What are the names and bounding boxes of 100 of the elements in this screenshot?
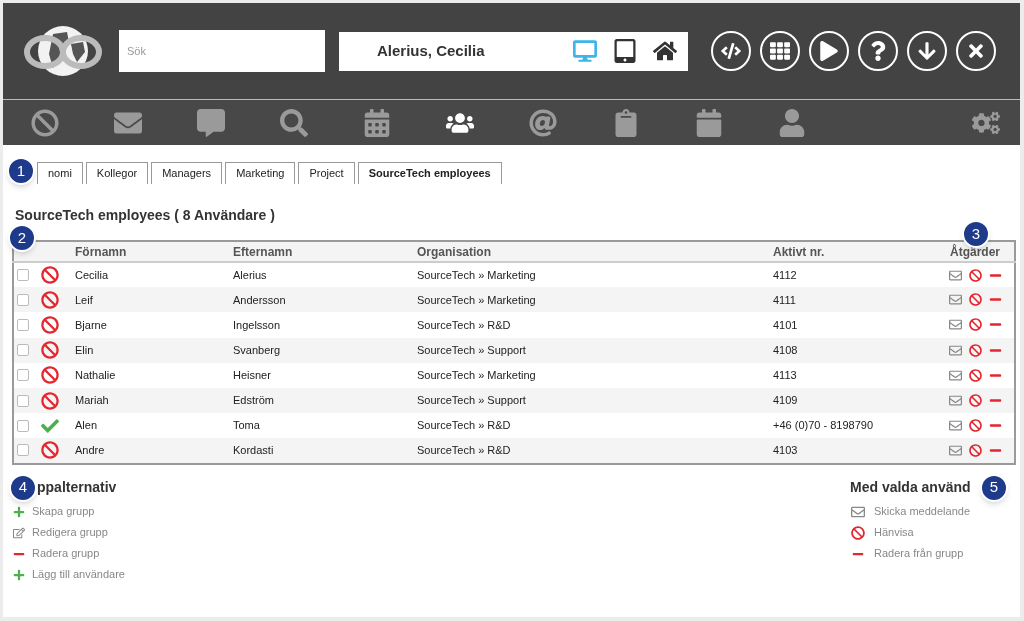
table-cell: Toma xyxy=(233,413,417,439)
row-checkbox[interactable] xyxy=(17,444,29,457)
ban-icon[interactable] xyxy=(969,343,982,357)
table-cell: Elin xyxy=(75,337,233,363)
callout-badge: 1 xyxy=(7,157,35,185)
ban-icon[interactable] xyxy=(969,318,982,332)
table-cell: Edström xyxy=(233,387,417,414)
table-cell: SourceTech » Support xyxy=(417,337,773,363)
ban-icon[interactable] xyxy=(969,443,982,457)
group-tab[interactable]: Project xyxy=(298,162,355,184)
table-cell: 4112 xyxy=(773,262,919,288)
table-cell: Leif xyxy=(75,287,233,313)
search-field[interactable]: Sök xyxy=(119,30,325,72)
user-name: Alerius, Cecilia xyxy=(377,40,486,61)
selected-option-link[interactable]: Radera från grupp xyxy=(874,545,964,562)
table-cell: +46 (0)70 - 8198790 xyxy=(773,413,919,439)
row-checkbox[interactable] xyxy=(17,318,29,331)
table-cell: SourceTech » Support xyxy=(417,387,773,414)
mail-icon xyxy=(851,504,865,519)
table-cell: SourceTech » R&D xyxy=(417,312,773,338)
column-header: Aktivt nr. xyxy=(773,241,919,262)
callout-badge: 3 xyxy=(962,220,990,248)
edit-icon xyxy=(13,526,25,539)
ban-icon[interactable] xyxy=(969,419,982,433)
close-button[interactable] xyxy=(956,31,996,71)
mail-icon[interactable] xyxy=(949,443,962,457)
table-cell: Heisner xyxy=(233,362,417,388)
mail-icon[interactable] xyxy=(949,318,962,332)
mail-icon[interactable] xyxy=(949,343,962,357)
desktop-icon[interactable] xyxy=(573,39,597,63)
column-header: Förnamn xyxy=(75,241,233,262)
plus-icon xyxy=(13,505,25,518)
ban-icon xyxy=(851,525,865,540)
selected-option-link[interactable]: Hänvisa xyxy=(874,524,914,541)
apps-icon xyxy=(770,41,790,61)
group-option-link[interactable]: Skapa grupp xyxy=(32,503,95,520)
table-cell: SourceTech » Marketing xyxy=(417,287,773,313)
table-cell: Kordasti xyxy=(233,438,417,464)
help-button[interactable] xyxy=(858,31,898,71)
group-tab[interactable]: Managers xyxy=(151,162,223,184)
table-cell: 4113 xyxy=(773,362,919,388)
code-button[interactable] xyxy=(711,31,751,71)
ban-icon xyxy=(41,290,59,309)
table-cell: Alen xyxy=(75,413,233,439)
ban-icon[interactable] xyxy=(969,268,982,282)
row-checkbox[interactable] xyxy=(17,394,29,407)
group-tab[interactable]: nomi xyxy=(37,162,83,184)
download-button[interactable] xyxy=(907,31,947,71)
ban-icon[interactable] xyxy=(969,368,982,382)
mail-icon[interactable] xyxy=(949,419,962,433)
ban-icon xyxy=(41,441,59,460)
ban-icon xyxy=(41,366,59,385)
group-option-link[interactable]: Radera grupp xyxy=(32,545,100,562)
row-checkbox[interactable] xyxy=(17,369,29,382)
table-cell: Andersson xyxy=(233,287,417,313)
mail-icon[interactable] xyxy=(949,268,962,282)
row-checkbox[interactable] xyxy=(17,293,29,306)
row-checkbox[interactable] xyxy=(17,419,29,432)
column-header: Organisation xyxy=(417,241,773,262)
table-cell: SourceTech » R&D xyxy=(417,438,773,464)
callout-badge: 2 xyxy=(8,224,36,252)
group-tab[interactable]: Marketing xyxy=(225,162,296,184)
ban-icon xyxy=(41,266,59,285)
group-option-link[interactable]: Lägg till användare xyxy=(32,566,125,583)
group-option-link[interactable]: Redigera grupp xyxy=(32,524,108,541)
table-cell: Alerius xyxy=(233,262,417,288)
ban-icon[interactable] xyxy=(969,394,982,408)
table-cell: Nathalie xyxy=(75,362,233,388)
table-cell: 4108 xyxy=(773,337,919,363)
row-checkbox[interactable] xyxy=(17,344,29,357)
code-icon xyxy=(721,41,741,61)
selected-option-link[interactable]: Skicka meddelande xyxy=(874,503,970,520)
download-icon xyxy=(917,41,937,61)
callout-badge: 5 xyxy=(980,473,1008,502)
table-cell: Svanberg xyxy=(233,337,417,363)
check-icon xyxy=(41,416,59,435)
table-cell: Ingelsson xyxy=(233,312,417,338)
ban-icon[interactable] xyxy=(969,293,982,307)
mail-icon[interactable] xyxy=(949,293,962,307)
table-cell: 4109 xyxy=(773,387,919,414)
play-button[interactable] xyxy=(809,31,849,71)
close-icon xyxy=(966,41,986,61)
table-cell: Cecilia xyxy=(75,262,233,288)
column-header: Efternamn xyxy=(233,241,417,262)
tablet-icon[interactable] xyxy=(613,39,637,63)
section-title: SourceTech employees ( 8 Användare ) xyxy=(15,206,275,225)
ban-icon xyxy=(41,341,59,360)
apps-button[interactable] xyxy=(760,31,800,71)
ban-icon xyxy=(41,315,59,334)
group-tab[interactable]: SourceTech employees xyxy=(357,162,502,184)
table-cell: 4103 xyxy=(773,438,919,464)
home-icon[interactable] xyxy=(653,39,677,63)
group-tab[interactable]: Kollegor xyxy=(85,162,149,184)
row-checkbox[interactable] xyxy=(17,269,29,282)
table-cell: Andre xyxy=(75,438,233,464)
mail-icon[interactable] xyxy=(949,368,962,382)
mail-icon[interactable] xyxy=(949,394,962,408)
table-cell: 4111 xyxy=(773,287,919,313)
group-options-title: ppalternativ xyxy=(37,477,118,497)
table-cell: Mariah xyxy=(75,387,233,414)
